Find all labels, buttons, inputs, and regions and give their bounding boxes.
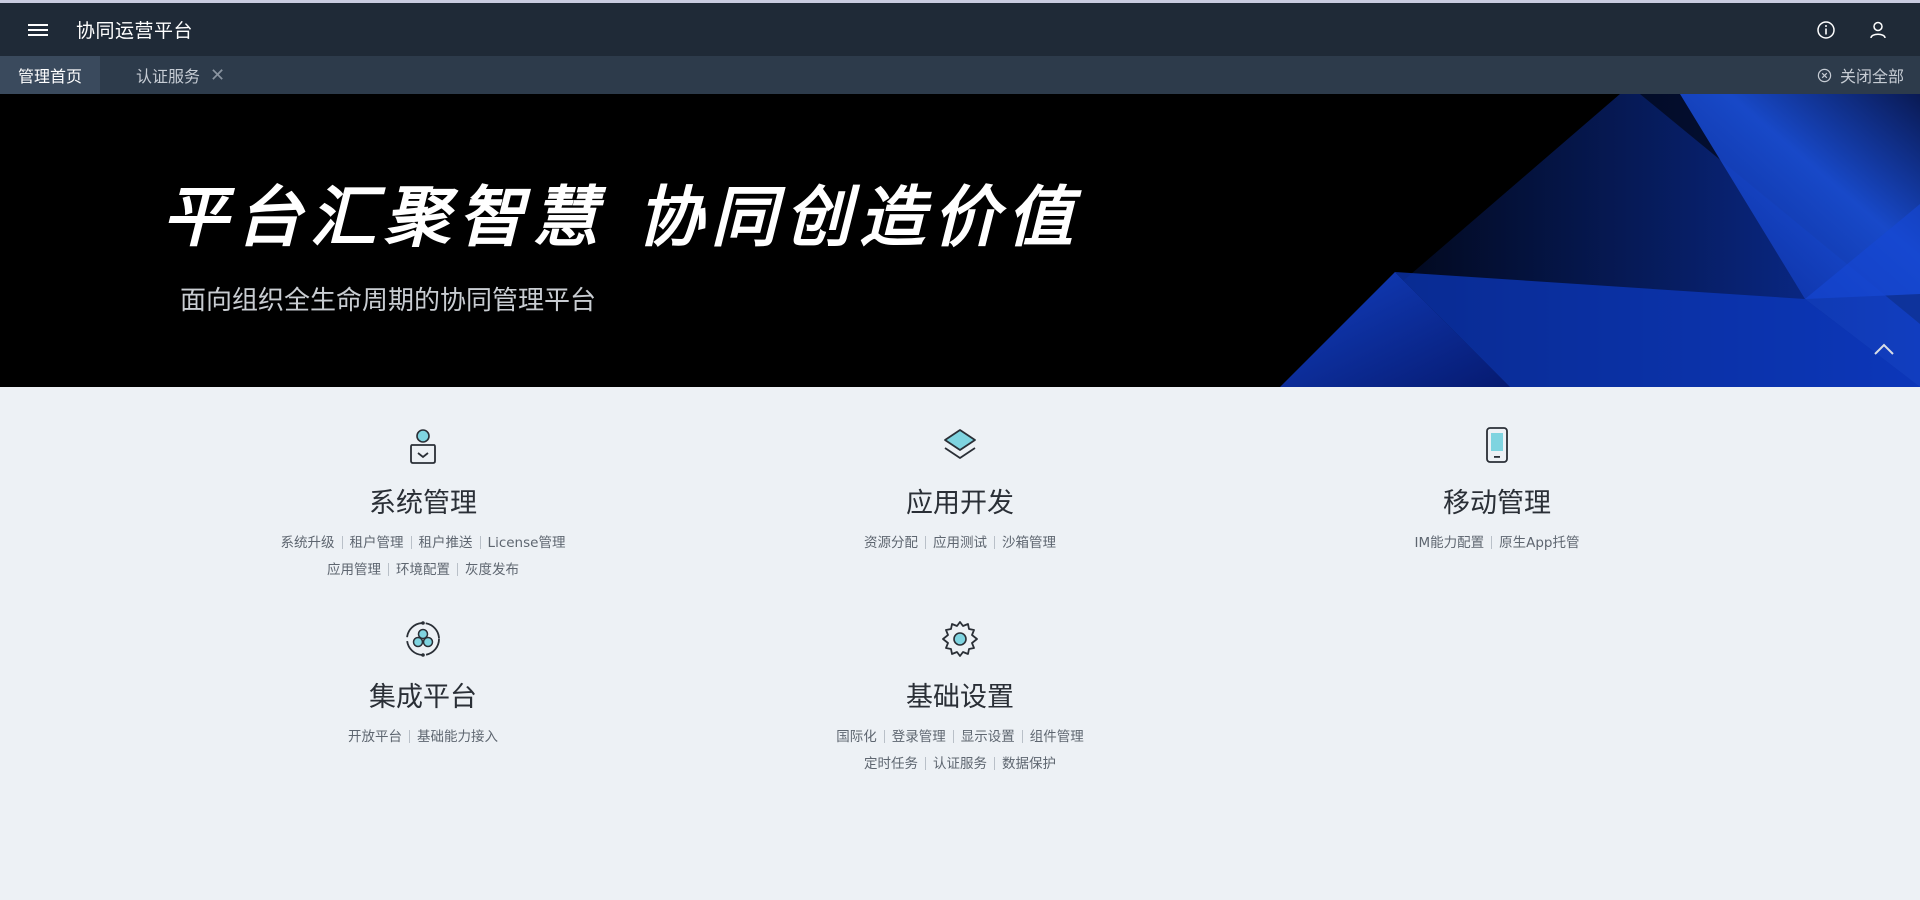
mobile-icon[interactable] (1477, 425, 1517, 465)
module-link[interactable]: 应用管理 (327, 562, 381, 578)
module-link[interactable]: 认证服务 (933, 756, 987, 772)
tab-label: 认证服务 (136, 67, 201, 86)
module-link[interactable]: 原生App托管 (1499, 535, 1579, 551)
link-divider (457, 563, 458, 576)
gear-icon[interactable] (940, 619, 980, 659)
module-link[interactable]: 基础能力接入 (417, 729, 498, 745)
module-basic-settings: 基础设置 国际化 登录管理 显示设置 组件管理 定时任务 认证服务 数据保护 (720, 619, 1200, 778)
banner-decoration (1280, 94, 1920, 387)
banner-slogan: 平台汇聚智慧 协同创造价值 (162, 178, 1081, 256)
link-divider (410, 536, 412, 549)
banner-subtitle: 面向组织全生命周期的协同管理平台 (180, 286, 597, 316)
close-circle-icon (1817, 68, 1832, 82)
menu-icon (28, 23, 48, 36)
chevron-up-icon[interactable] (1872, 339, 1896, 359)
link-divider (1491, 536, 1493, 549)
tab-label: 管理首页 (18, 67, 83, 86)
module-link[interactable]: 沙箱管理 (1002, 535, 1056, 551)
link-divider (388, 563, 389, 576)
user-badge-icon[interactable] (403, 425, 443, 465)
module-links: IM能力配置 原生App托管 (1257, 530, 1737, 557)
module-mobile-management: 移动管理 IM能力配置 原生App托管 (1257, 425, 1737, 557)
link-divider (883, 730, 885, 743)
module-link[interactable]: 租户管理 (350, 535, 404, 551)
link-divider (952, 730, 954, 743)
module-title[interactable]: 集成平台 (183, 675, 663, 714)
user-icon (1870, 21, 1886, 38)
module-app-development: 应用开发 资源分配 应用测试 沙箱管理 (720, 425, 1200, 557)
module-link[interactable]: 数据保护 (1002, 756, 1056, 772)
module-link[interactable]: 显示设置 (961, 729, 1015, 745)
module-title[interactable]: 基础设置 (720, 675, 1200, 714)
module-link[interactable]: 租户推送 (419, 535, 473, 551)
close-all-label: 关闭全部 (1839, 67, 1904, 86)
link-divider (409, 730, 410, 743)
module-link[interactable]: 资源分配 (864, 535, 918, 551)
hero-banner: 平台汇聚智慧 协同创造价值 面向组织全生命周期的协同管理平台 (0, 94, 1920, 387)
module-link[interactable]: 应用测试 (933, 535, 987, 551)
module-title[interactable]: 应用开发 (720, 481, 1200, 520)
tab-auth-service[interactable]: 认证服务 ✕ (136, 56, 243, 94)
module-links: 系统升级 租户管理 租户推送 License管理 应用管理 环境配置 灰度发布 (183, 530, 663, 584)
integration-icon[interactable] (403, 619, 443, 659)
module-links: 开放平台 基础能力接入 (183, 724, 663, 751)
module-link[interactable]: 系统升级 (281, 535, 335, 551)
module-link[interactable]: 开放平台 (348, 729, 402, 745)
module-link[interactable]: License管理 (488, 535, 566, 551)
module-links: 国际化 登录管理 显示设置 组件管理 定时任务 认证服务 数据保护 (720, 724, 1200, 778)
module-links: 资源分配 应用测试 沙箱管理 (720, 530, 1200, 557)
module-system-management: 系统管理 系统升级 租户管理 租户推送 License管理 应用管理 环境配置 灰度发布 (183, 425, 663, 584)
module-link[interactable]: 国际化 (836, 729, 877, 745)
info-icon (1817, 20, 1835, 39)
link-divider (925, 757, 926, 770)
app-header: 协同运营平台 (0, 3, 1920, 56)
module-title[interactable]: 移动管理 (1257, 481, 1737, 520)
close-icon[interactable]: ✕ (210, 65, 225, 86)
user-button[interactable] (1866, 18, 1890, 42)
layers-icon[interactable] (940, 425, 980, 465)
app-title: 协同运营平台 (76, 20, 194, 42)
info-button[interactable] (1814, 18, 1838, 42)
tab-home[interactable]: 管理首页 (0, 56, 101, 94)
module-link[interactable]: 环境配置 (396, 562, 450, 578)
link-divider (1021, 730, 1023, 743)
close-all-tabs-button[interactable]: 关闭全部 (1817, 56, 1904, 94)
module-link[interactable]: 登录管理 (892, 729, 946, 745)
module-grid: 系统管理 系统升级 租户管理 租户推送 License管理 应用管理 环境配置 灰度发布 … (0, 387, 1920, 900)
link-divider (994, 536, 995, 549)
tab-bar: 管理首页 认证服务 ✕ 关闭全部 (0, 56, 1920, 94)
module-integration-platform: 集成平台 开放平台 基础能力接入 (183, 619, 663, 751)
link-divider (994, 757, 995, 770)
module-link[interactable]: 定时任务 (864, 756, 918, 772)
module-link[interactable]: 组件管理 (1030, 729, 1084, 745)
module-link[interactable]: IM能力配置 (1414, 535, 1484, 551)
module-title[interactable]: 系统管理 (183, 481, 663, 520)
menu-toggle-button[interactable] (0, 3, 76, 56)
link-divider (341, 536, 343, 549)
link-divider (479, 536, 481, 549)
module-link[interactable]: 灰度发布 (465, 562, 519, 578)
link-divider (925, 536, 926, 549)
